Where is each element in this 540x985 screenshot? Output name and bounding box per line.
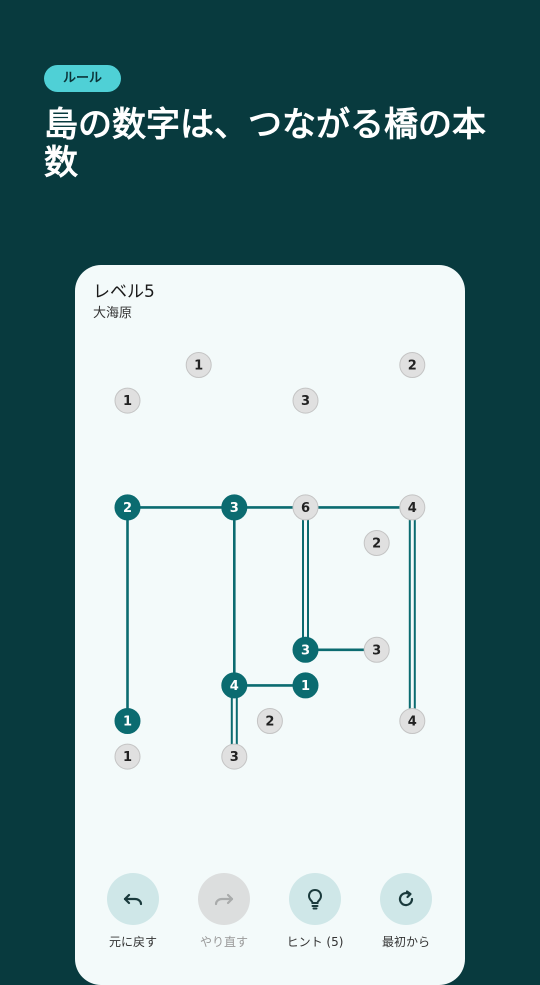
island-j[interactable]: 3 xyxy=(292,636,319,663)
island-d[interactable]: 3 xyxy=(292,387,319,414)
island-number: 3 xyxy=(230,501,239,516)
restart-icon xyxy=(398,890,414,907)
island-number: 3 xyxy=(372,643,381,658)
island-number: 4 xyxy=(408,501,417,516)
island-q[interactable]: 1 xyxy=(114,743,141,770)
puzzle-board[interactable]: 1 2 1 3 2 3 6 4 2 3 3 4 1 1 2 4 1 3 xyxy=(75,265,465,865)
redo-label: やり直す xyxy=(199,935,248,949)
lightbulb-icon xyxy=(307,888,323,910)
island-number: 2 xyxy=(408,359,417,374)
undo-button[interactable]: 元に戻す xyxy=(93,873,173,950)
island-a[interactable]: 1 xyxy=(185,352,212,378)
island-i[interactable]: 2 xyxy=(363,530,390,556)
island-l[interactable]: 4 xyxy=(221,672,248,699)
toolbar: 元に戻す やり直す ヒント (5) 最初から xyxy=(75,873,465,953)
island-number: 3 xyxy=(301,643,310,658)
hint-label: ヒント (5) xyxy=(286,935,344,949)
island-b[interactable]: 2 xyxy=(399,352,426,378)
island-number: 2 xyxy=(123,501,132,516)
island-o[interactable]: 2 xyxy=(256,708,283,734)
island-e[interactable]: 2 xyxy=(114,494,141,521)
island-number: 4 xyxy=(408,715,417,730)
restart-label: 最初から xyxy=(381,935,430,949)
island-r[interactable]: 3 xyxy=(221,743,248,770)
restart-button[interactable]: 最初から xyxy=(366,873,446,950)
island-number: 3 xyxy=(230,750,239,765)
island-number: 3 xyxy=(301,394,310,409)
undo-label: 元に戻す xyxy=(108,935,157,949)
island-f[interactable]: 3 xyxy=(221,494,248,521)
island-number: 6 xyxy=(301,501,310,516)
island-h[interactable]: 4 xyxy=(399,494,426,521)
redo-button[interactable]: やり直す xyxy=(184,873,264,950)
island-number: 1 xyxy=(194,359,203,374)
island-number: 1 xyxy=(123,394,132,409)
redo-icon xyxy=(214,893,234,906)
island-number: 2 xyxy=(372,537,381,552)
island-number: 1 xyxy=(123,750,132,765)
island-k[interactable]: 3 xyxy=(363,636,390,663)
island-number: 1 xyxy=(123,715,132,730)
island-number: 2 xyxy=(265,715,274,730)
island-g[interactable]: 6 xyxy=(292,494,319,521)
hint-button[interactable]: ヒント (5) xyxy=(275,873,355,950)
undo-icon xyxy=(123,893,143,906)
rule-headline: 島の数字は、つながる橋の本数 xyxy=(44,105,486,183)
island-number: 4 xyxy=(230,679,239,694)
island-p[interactable]: 4 xyxy=(399,708,426,734)
island-m[interactable]: 1 xyxy=(292,672,319,699)
island-c[interactable]: 1 xyxy=(114,387,141,414)
rules-badge: ルール xyxy=(44,65,121,92)
island-number: 1 xyxy=(301,679,310,694)
puzzle-card: レベル5 大海原 121323642334112413 元に戻す やり直す ヒン… xyxy=(75,265,465,985)
island-n[interactable]: 1 xyxy=(114,708,141,734)
